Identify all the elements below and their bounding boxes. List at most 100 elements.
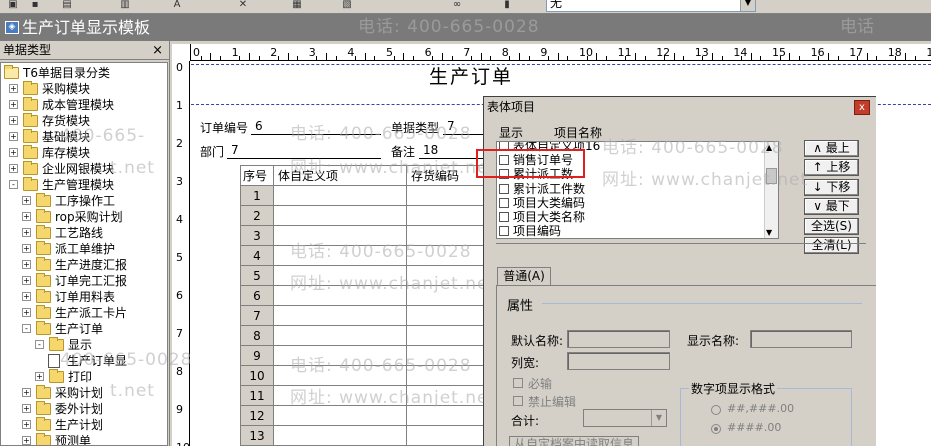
document-title[interactable]: 生产订单 <box>429 62 513 89</box>
table-cell[interactable] <box>273 265 407 286</box>
display-checkbox[interactable] <box>499 197 509 208</box>
display-column-header: 显示 <box>499 126 524 140</box>
remark-label[interactable]: 备注 <box>391 143 415 160</box>
table-cell[interactable] <box>273 345 407 366</box>
dept-label[interactable]: 部门 <box>200 143 224 160</box>
window-title: 生产订单显示模板 <box>22 18 151 37</box>
delete-icon[interactable]: ✕ <box>236 0 250 11</box>
ruler-number: 9 <box>540 46 548 59</box>
zoom-icon[interactable]: ▧ <box>340 0 354 11</box>
expand-icon[interactable]: + <box>22 276 31 285</box>
expand-icon[interactable]: + <box>9 84 18 93</box>
table-cell[interactable] <box>273 305 407 326</box>
table-cell[interactable] <box>273 245 407 266</box>
toolbar-select[interactable]: 无 ▼ <box>546 0 756 12</box>
align-icon[interactable]: ▦ <box>290 0 304 11</box>
row-number: 11 <box>240 385 274 406</box>
expand-icon[interactable]: + <box>22 212 31 221</box>
paste-icon[interactable]: ▥ <box>118 0 132 11</box>
print-icon[interactable]: ▣ <box>6 0 20 11</box>
table-cell[interactable] <box>273 185 407 206</box>
save-icon[interactable]: ▪ <box>28 0 42 11</box>
dept-value[interactable]: 7 <box>231 143 239 157</box>
select-all-button[interactable]: 全选(S) <box>804 218 859 235</box>
expand-icon[interactable]: + <box>22 260 31 269</box>
format-radio-2[interactable] <box>711 424 721 434</box>
expand-icon[interactable]: + <box>22 228 31 237</box>
table-cell[interactable] <box>273 225 407 246</box>
order-no-value[interactable]: 6 <box>255 119 263 133</box>
scroll-up-icon[interactable]: ▲ <box>766 143 772 152</box>
expand-icon[interactable]: + <box>22 308 31 317</box>
tree-item-label: rop采购计划 <box>55 210 123 224</box>
expand-icon[interactable]: + <box>22 196 31 205</box>
format-radio-1[interactable] <box>711 405 721 415</box>
expand-icon[interactable]: + <box>22 388 31 397</box>
table-cell[interactable] <box>273 365 407 386</box>
column-header[interactable]: 体自定义项 <box>273 165 407 186</box>
display-checkbox[interactable] <box>499 183 509 194</box>
close-icon[interactable]: x <box>854 100 870 115</box>
clear-all-button[interactable]: 全清(L) <box>804 237 859 254</box>
move-up-button[interactable]: ↑ 上移 <box>804 159 859 176</box>
total-select[interactable]: ▼ <box>583 409 667 427</box>
doc-type-label[interactable]: 单据类型 <box>391 119 439 136</box>
ruler-tick <box>441 53 443 60</box>
order-no-label[interactable]: 订单编号 <box>200 119 248 136</box>
chevron-down-icon[interactable]: ▼ <box>651 410 666 426</box>
folder-icon <box>23 161 38 175</box>
display-checkbox[interactable] <box>499 212 509 222</box>
chevron-down-icon[interactable]: ▼ <box>740 0 755 11</box>
copy-icon[interactable]: ▤ <box>60 0 74 11</box>
list-scrollbar[interactable]: ▲ ▼ <box>764 142 778 238</box>
link-icon[interactable]: ∞ <box>450 0 464 11</box>
ruler-tick <box>509 56 511 60</box>
read-from-archive-button[interactable]: 从自定档案中读取信息 <box>509 436 639 446</box>
required-checkbox[interactable] <box>513 378 523 388</box>
column-header[interactable]: 序号 <box>240 165 274 186</box>
remark-value[interactable]: 18 <box>423 143 438 157</box>
font-icon[interactable]: ▮ <box>500 0 514 11</box>
doc-type-value[interactable]: 7 <box>447 119 455 133</box>
ruler-number: 9 <box>176 403 183 416</box>
folder-icon <box>36 257 51 271</box>
scroll-down-icon[interactable]: ▼ <box>766 228 772 237</box>
display-name-field[interactable] <box>750 330 852 348</box>
table-cell[interactable] <box>273 285 407 306</box>
ruler-tick <box>528 56 530 60</box>
expand-icon[interactable]: + <box>9 148 18 157</box>
format-option-1: ##,###.00 <box>727 402 795 415</box>
expand-icon[interactable]: + <box>22 244 31 253</box>
expand-icon[interactable]: + <box>9 100 18 109</box>
tree-item-label: 成本管理模块 <box>42 98 115 112</box>
expand-icon[interactable]: + <box>9 164 18 173</box>
display-checkbox[interactable] <box>499 226 509 237</box>
template-tree[interactable]: T6单据目录分类 + 采购模块 + 成本管理模块 + 存货模块 + 基础模块 + 库存模块 + 企业网银… <box>0 62 168 446</box>
move-top-button[interactable]: ∧ 最上 <box>804 140 859 157</box>
default-name-field[interactable] <box>567 330 670 348</box>
table-cell[interactable] <box>273 325 407 346</box>
expand-icon[interactable]: + <box>22 420 31 429</box>
table-cell[interactable] <box>273 405 407 426</box>
collapse-icon[interactable]: - <box>35 340 44 349</box>
column-width-field[interactable] <box>567 352 670 370</box>
tab-general[interactable]: 普通(A) <box>497 267 551 285</box>
text-icon[interactable]: A <box>170 0 184 11</box>
table-cell[interactable] <box>273 385 407 406</box>
scroll-thumb[interactable] <box>766 168 777 184</box>
expand-icon[interactable]: + <box>35 372 44 381</box>
no-edit-checkbox[interactable] <box>513 396 523 406</box>
dialog-separator <box>496 243 866 244</box>
move-bottom-button[interactable]: ∨ 最下 <box>804 198 859 215</box>
expand-icon[interactable]: + <box>9 116 18 125</box>
table-cell[interactable] <box>273 205 407 226</box>
collapse-icon[interactable]: - <box>22 324 31 333</box>
move-down-button[interactable]: ↓ 下移 <box>804 179 859 196</box>
collapse-icon[interactable]: - <box>9 180 18 189</box>
expand-icon[interactable]: + <box>22 404 31 413</box>
expand-icon[interactable]: + <box>22 292 31 301</box>
expand-icon[interactable]: + <box>22 436 31 445</box>
close-icon[interactable]: × <box>152 41 163 60</box>
expand-icon[interactable]: + <box>9 132 18 141</box>
table-cell[interactable] <box>273 425 407 446</box>
